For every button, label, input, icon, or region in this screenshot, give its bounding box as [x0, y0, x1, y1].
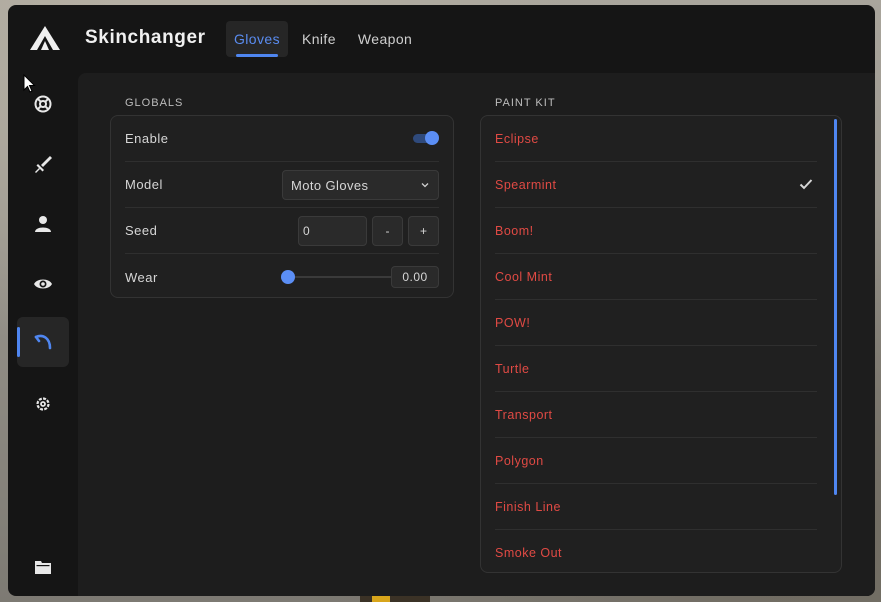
skinchanger-window: Skinchanger Gloves Knife Weapon GLOBALS … — [8, 5, 875, 596]
enable-label: Enable — [125, 131, 169, 146]
enable-row: Enable — [125, 116, 439, 162]
tab-gloves[interactable]: Gloves — [226, 21, 288, 57]
wear-slider[interactable] — [281, 270, 398, 284]
tab-gloves-label: Gloves — [234, 31, 280, 47]
tab-weapon-label: Weapon — [357, 31, 413, 47]
model-select[interactable]: Moto Gloves — [282, 170, 439, 200]
sidebar-item-visuals[interactable] — [17, 259, 69, 309]
seed-row: Seed 0 - + — [125, 208, 439, 254]
seed-decrement-button[interactable]: - — [372, 216, 403, 246]
skinchanger-icon — [34, 334, 52, 350]
paint-kit-item[interactable]: Finish Line — [495, 484, 817, 530]
sidebar-item-skinchanger[interactable] — [17, 317, 69, 367]
seed-decrement-label: - — [385, 224, 390, 238]
paint-kit-item-label: Polygon — [495, 453, 544, 468]
paint-kit-item[interactable]: Spearmint — [495, 162, 817, 208]
paint-kit-item[interactable]: Eclipse — [495, 116, 817, 162]
wear-slider-track — [288, 276, 398, 278]
paint-kit-item-label: Eclipse — [495, 131, 539, 146]
paint-kit-item[interactable]: Boom! — [495, 208, 817, 254]
seed-increment-button[interactable]: + — [408, 216, 439, 246]
globals-section-label: GLOBALS — [125, 97, 184, 109]
model-select-value: Moto Gloves — [291, 177, 369, 193]
tab-bar: Gloves Knife Weapon — [226, 21, 420, 57]
paint-kit-section-label: PAINT KIT — [495, 97, 556, 109]
model-row: Model Moto Gloves — [125, 162, 439, 208]
paint-kit-item[interactable]: Transport — [495, 392, 817, 438]
app-title: Skinchanger — [85, 27, 206, 48]
app-logo-icon — [30, 26, 60, 50]
chevron-down-icon — [421, 183, 429, 188]
paint-kit-item-label: Smoke Out — [495, 545, 563, 560]
background-figure-detail — [372, 596, 390, 602]
paint-kit-item[interactable]: Cool Mint — [495, 254, 817, 300]
tab-weapon[interactable]: Weapon — [350, 21, 420, 57]
paint-kit-item-label: Transport — [495, 407, 553, 422]
sidebar-item-players[interactable] — [17, 199, 69, 249]
eye-icon — [34, 279, 52, 289]
sword-icon — [35, 156, 52, 173]
enable-toggle-knob — [425, 131, 439, 145]
wear-row: Wear 0.00 — [125, 254, 439, 300]
paint-kit-item-label: POW! — [495, 315, 531, 330]
paint-kit-item[interactable]: Turtle — [495, 346, 817, 392]
gear-icon — [36, 397, 50, 411]
paint-kit-item-label: Cool Mint — [495, 269, 553, 284]
mouse-cursor-icon — [23, 74, 36, 93]
user-icon — [35, 216, 51, 232]
wear-value-text: 0.00 — [402, 270, 428, 284]
enable-toggle[interactable] — [413, 131, 439, 145]
wear-label: Wear — [125, 269, 158, 285]
lifebuoy-icon — [34, 95, 52, 113]
tab-knife-label: Knife — [301, 31, 336, 47]
paint-kit-item-label: Spearmint — [495, 177, 557, 192]
seed-increment-label: + — [419, 224, 427, 238]
seed-input[interactable]: 0 — [298, 216, 367, 246]
globals-panel: Enable Model Moto Gloves Seed 0 - + Wear… — [110, 115, 454, 298]
checkmark-icon — [799, 179, 813, 190]
paint-kit-item-label: Turtle — [495, 361, 530, 376]
paint-kit-scrollbar[interactable] — [834, 119, 837, 495]
paint-kit-item-label: Boom! — [495, 223, 534, 238]
model-label: Model — [125, 177, 163, 192]
wear-slider-handle[interactable] — [281, 270, 295, 284]
sidebar — [8, 73, 78, 596]
seed-label: Seed — [125, 223, 158, 238]
paint-kit-item[interactable]: Polygon — [495, 438, 817, 484]
paint-kit-list: Eclipse Spearmint Boom! Cool Mint POW! T… — [481, 116, 841, 572]
tab-knife[interactable]: Knife — [294, 21, 344, 57]
sidebar-item-weapons[interactable] — [17, 139, 69, 189]
wear-value-input[interactable]: 0.00 — [391, 266, 439, 288]
paint-kit-item-label: Finish Line — [495, 499, 561, 514]
sidebar-item-configs[interactable] — [17, 542, 69, 592]
paint-kit-item[interactable]: Smoke Out — [495, 530, 817, 572]
paint-kit-panel: Eclipse Spearmint Boom! Cool Mint POW! T… — [480, 115, 842, 573]
folder-icon — [35, 561, 51, 574]
seed-input-value: 0 — [303, 224, 310, 238]
sidebar-item-settings[interactable] — [17, 379, 69, 429]
header: Skinchanger Gloves Knife Weapon — [8, 5, 875, 73]
paint-kit-item[interactable]: POW! — [495, 300, 817, 346]
main-content: GLOBALS Enable Model Moto Gloves Seed 0 … — [78, 73, 875, 596]
